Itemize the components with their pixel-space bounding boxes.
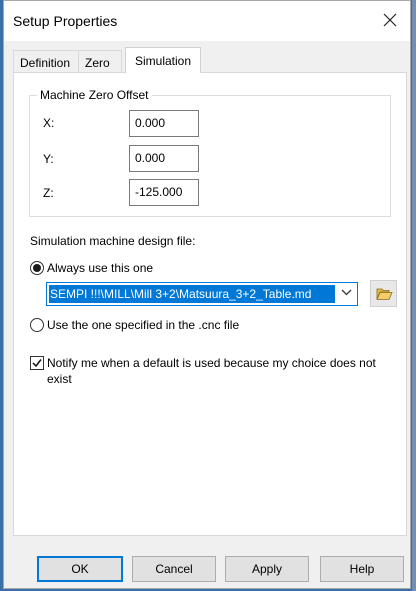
- use-cnc-file-label[interactable]: Use the one specified in the .cnc file: [47, 318, 239, 332]
- always-use-radio[interactable]: [30, 261, 44, 275]
- tab-zero[interactable]: Zero: [78, 50, 122, 72]
- simulation-tab-panel: Machine Zero Offset X: 0.000 Y: 0.000 Z:…: [13, 72, 407, 536]
- title-bar: Setup Properties: [4, 1, 410, 41]
- y-label: Y:: [43, 152, 54, 166]
- apply-button[interactable]: Apply: [225, 556, 309, 582]
- always-use-label[interactable]: Always use this one: [47, 261, 153, 275]
- chevron-down-icon: [341, 289, 352, 296]
- help-button[interactable]: Help: [320, 556, 404, 582]
- x-offset-input[interactable]: 0.000: [129, 110, 199, 137]
- machine-zero-offset-group: Machine Zero Offset X: 0.000 Y: 0.000 Z:…: [29, 88, 391, 217]
- use-cnc-file-radio[interactable]: [30, 318, 44, 332]
- notify-label[interactable]: Notify me when a default is used because…: [47, 355, 377, 387]
- checkmark-icon: [32, 359, 42, 368]
- folder-open-icon: [376, 288, 393, 300]
- machine-file-combobox[interactable]: SEMPI !!!\MILL\Mill 3+2\Matsuura_3+2_Tab…: [46, 282, 358, 306]
- ok-button[interactable]: OK: [37, 556, 123, 582]
- machine-file-value: SEMPI !!!\MILL\Mill 3+2\Matsuura_3+2_Tab…: [49, 285, 335, 303]
- tab-definition[interactable]: Definition: [13, 50, 79, 72]
- close-button[interactable]: [382, 12, 398, 28]
- notify-checkbox[interactable]: [30, 356, 44, 370]
- background-edge-right: [412, 0, 416, 591]
- x-label: X:: [43, 116, 55, 130]
- machine-zero-offset-legend: Machine Zero Offset: [37, 88, 152, 102]
- window-title: Setup Properties: [13, 13, 118, 29]
- z-offset-input[interactable]: -125.000: [129, 179, 199, 206]
- simulation-file-label: Simulation machine design file:: [30, 234, 196, 248]
- setup-properties-dialog: Setup Properties Definition Zero Simulat…: [3, 0, 411, 589]
- y-offset-input[interactable]: 0.000: [129, 145, 199, 172]
- cancel-button[interactable]: Cancel: [132, 556, 216, 582]
- close-icon: [383, 13, 397, 27]
- tab-simulation[interactable]: Simulation: [125, 47, 201, 73]
- browse-file-button[interactable]: [370, 280, 397, 307]
- z-label: Z:: [43, 186, 54, 200]
